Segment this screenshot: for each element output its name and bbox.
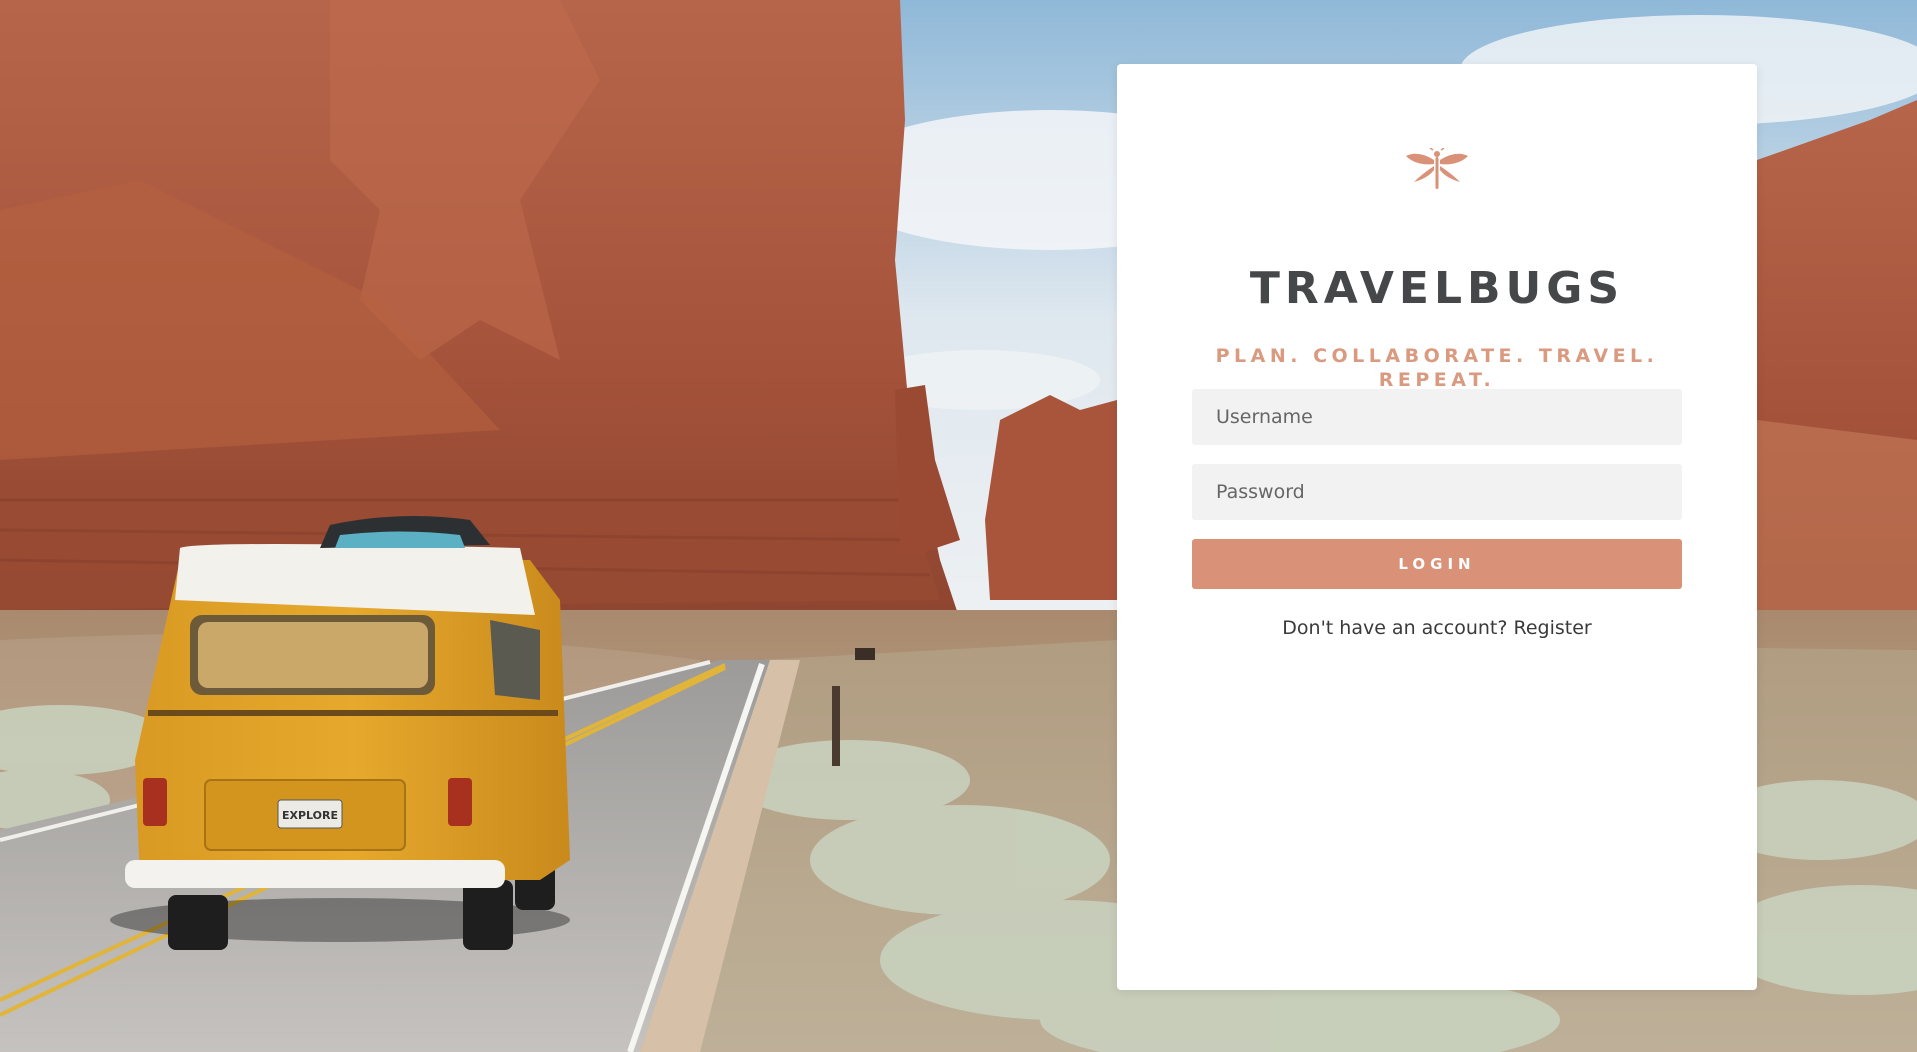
register-prompt: Don't have an account? Register — [1117, 615, 1757, 641]
login-button[interactable]: LOGIN — [1192, 539, 1682, 589]
van: EXPLORE — [110, 516, 570, 950]
login-card: TRAVELBUGS PLAN. COLLABORATE. TRAVEL. RE… — [1117, 64, 1757, 990]
brand-tagline: PLAN. COLLABORATE. TRAVEL. REPEAT. — [1215, 345, 1659, 391]
rock-spire — [985, 395, 1117, 600]
register-link[interactable]: Register — [1513, 617, 1591, 639]
license-plate: EXPLORE — [282, 809, 338, 822]
brand-title: TRAVELBUGS — [1249, 263, 1625, 314]
dragonfly-icon — [1406, 148, 1468, 189]
password-input[interactable] — [1192, 464, 1682, 520]
username-input[interactable] — [1192, 389, 1682, 445]
register-prompt-text: Don't have an account? — [1282, 617, 1508, 639]
